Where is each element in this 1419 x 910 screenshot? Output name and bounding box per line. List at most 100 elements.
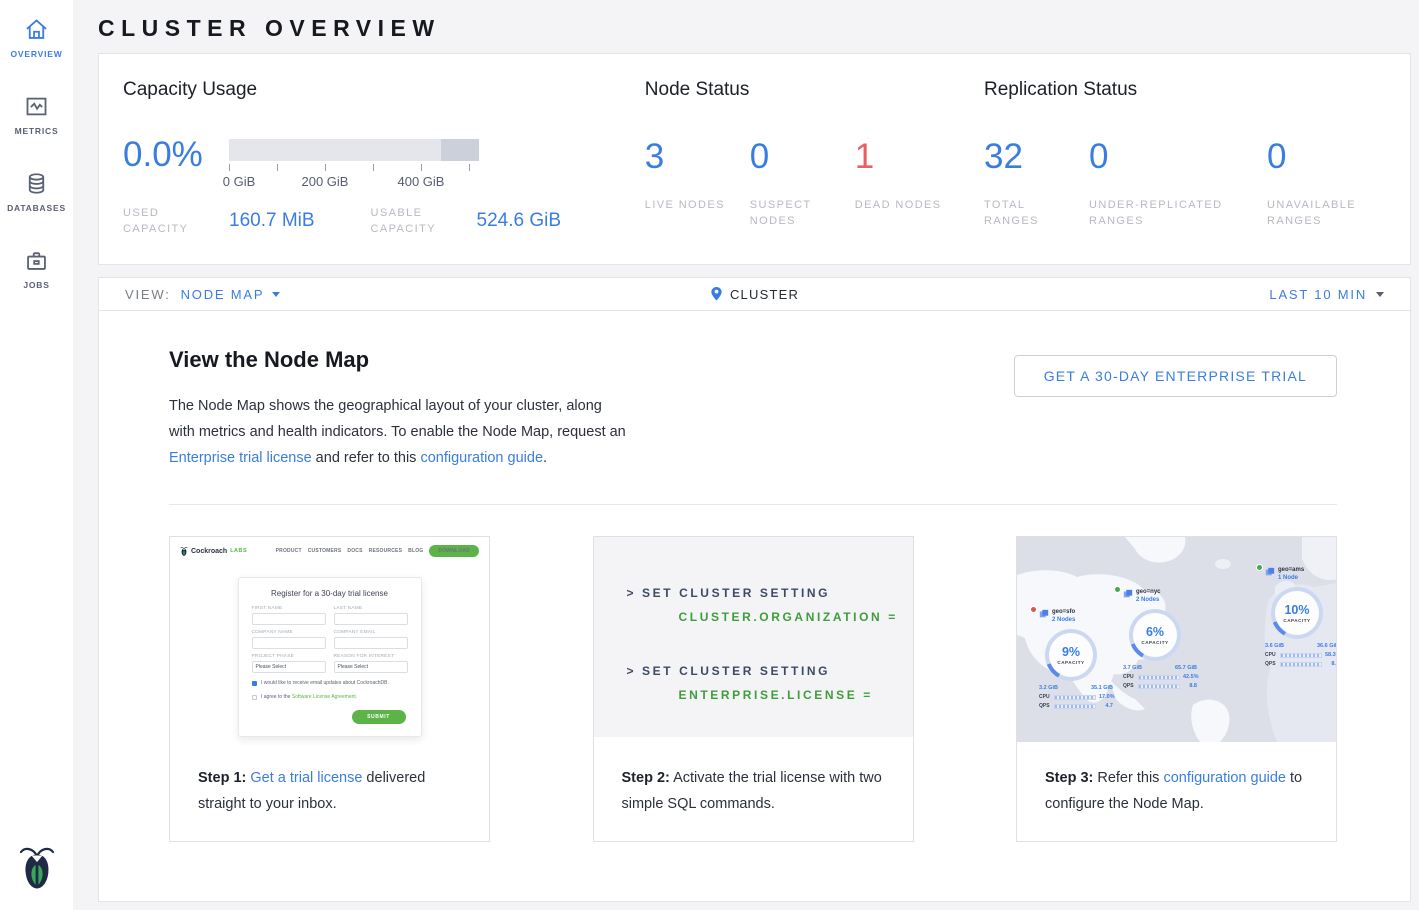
description-text: . — [543, 450, 547, 466]
node-map-preview: geo=sfo2 Nodes 9%CAPACITY 3.2 GiB35.1 Gi… — [1017, 537, 1336, 742]
cockroach-mini-beetle-icon — [180, 546, 188, 557]
axis-tick-label: 0 GiB — [223, 174, 256, 189]
node-total-capacity: 65.7 GiB — [1175, 665, 1197, 671]
sidebar-item-label: JOBS — [23, 280, 49, 290]
cpu-label: CPU — [1265, 652, 1277, 658]
view-label: VIEW: — [125, 287, 171, 302]
unavailable-ranges-stat: 0 UNAVAILABLE RANGES — [1267, 139, 1397, 229]
mini-nav-item: PRODUCT — [276, 548, 302, 554]
replication-status-section: Replication Status 32 TOTAL RANGES 0 UND… — [960, 54, 1410, 264]
map-node-sfo: geo=sfo2 Nodes 9%CAPACITY 3.2 GiB35.1 Gi… — [1039, 609, 1123, 709]
node-cube-icon — [1039, 609, 1049, 619]
enterprise-trial-license-link[interactable]: Enterprise trial license — [169, 450, 312, 466]
mini-nav-item: CUSTOMERS — [308, 548, 342, 554]
mini-field-label: FIRST NAME — [252, 606, 326, 611]
mini-checkbox-checked — [252, 681, 258, 687]
node-status-dot-green — [1256, 564, 1263, 571]
node-used-capacity: 3.7 GiB — [1123, 665, 1142, 671]
mini-checkbox-label: I would like to receive email updates ab… — [261, 680, 389, 687]
description-text: and refer to this — [312, 450, 421, 466]
live-nodes-label: LIVE NODES — [645, 197, 737, 213]
capacity-gauge: 10%CAPACITY — [1271, 587, 1323, 639]
step2-caption: Step 2: Activate the trial license with … — [594, 745, 913, 841]
capacity-usage-section: Capacity Usage 0.0% 0 GiB 200 GiB 400 Gi… — [99, 54, 621, 264]
step2-label: Step 2: — [622, 770, 670, 786]
node-locality: geo=nyc — [1136, 589, 1161, 596]
configuration-guide-link[interactable]: configuration guide — [420, 450, 543, 466]
cockroachdb-logo — [18, 845, 56, 896]
time-range-dropdown[interactable]: LAST 10 MIN — [799, 287, 1384, 302]
node-locality: geo=ams — [1278, 567, 1304, 574]
mini-nav-item: RESOURCES — [369, 548, 402, 554]
sql-setting-line: CLUSTER.ORGANIZATION = — [627, 605, 913, 629]
capacity-bar-segment — [441, 139, 479, 161]
sidebar-item-metrics[interactable]: METRICS — [0, 93, 73, 136]
view-bar: VIEW: NODE MAP CLUSTER LAST 10 MIN — [99, 278, 1410, 311]
mini-trial-form: Register for a 30-day trial license FIRS… — [238, 577, 422, 737]
cpu-sparkline — [1138, 675, 1180, 680]
cpu-label: CPU — [1123, 674, 1135, 680]
get-trial-license-link[interactable]: Get a trial license — [250, 770, 362, 786]
mini-license-link: Software License Agreement. — [292, 694, 357, 700]
mini-nav-item: DOCS — [347, 548, 362, 554]
node-map-placeholder: View the Node Map The Node Map shows the… — [99, 311, 1410, 842]
map-node-ams: geo=ams1 Node 10%CAPACITY 3.6 GiB36.6 Gi… — [1265, 567, 1336, 667]
total-ranges-stat: 32 TOTAL RANGES — [984, 139, 1076, 229]
step2-card: > SET CLUSTER SETTING CLUSTER.ORGANIZATI… — [593, 536, 914, 842]
capacity-usage-title: Capacity Usage — [123, 79, 621, 101]
node-locality: geo=sfo — [1052, 609, 1075, 616]
gauge-percent: 9% — [1062, 646, 1080, 659]
dead-nodes-value: 1 — [855, 139, 947, 175]
step3-card: geo=sfo2 Nodes 9%CAPACITY 3.2 GiB35.1 Gi… — [1016, 536, 1337, 842]
view-selector-value: NODE MAP — [181, 287, 265, 302]
breadcrumb-cluster[interactable]: CLUSTER — [710, 286, 799, 302]
step1-card: Cockroach LABS PRODUCT CUSTOMERS DOCS RE… — [169, 536, 490, 842]
mini-checkbox-unchecked — [252, 695, 258, 701]
step1-label: Step 1: — [198, 770, 246, 786]
capacity-percent: 0.0% — [123, 137, 229, 190]
mini-submit-button: SUBMIT — [352, 710, 406, 724]
sidebar-item-jobs[interactable]: JOBS — [0, 247, 73, 290]
qps-sparkline — [1280, 662, 1322, 667]
under-replicated-stat: 0 UNDER-REPLICATED RANGES — [1089, 139, 1254, 229]
used-capacity-label: USED CAPACITY — [123, 205, 203, 237]
node-map-heading: View the Node Map — [169, 347, 631, 373]
trial-registration-screenshot: Cockroach LABS PRODUCT CUSTOMERS DOCS RE… — [170, 537, 489, 747]
mini-field-label: PROJECT PHASE — [252, 654, 326, 659]
sidebar-item-overview[interactable]: OVERVIEW — [0, 16, 73, 59]
enterprise-trial-button[interactable]: GET A 30-DAY ENTERPRISE TRIAL — [1014, 355, 1337, 397]
node-status-dot-red — [1030, 606, 1037, 613]
usable-capacity-value: 524.6 GiB — [477, 210, 562, 232]
sidebar: OVERVIEW METRICS DATABASES JOBS — [0, 0, 73, 910]
node-status-title: Node Status — [645, 79, 960, 101]
section-divider — [169, 504, 1337, 505]
databases-icon — [23, 170, 50, 197]
live-nodes-stat: 3 LIVE NODES — [645, 139, 737, 229]
mini-nav-item: BLOG — [408, 548, 423, 554]
under-replicated-label: UNDER-REPLICATED RANGES — [1089, 197, 1254, 229]
step1-caption: Step 1: Get a trial license delivered st… — [170, 745, 489, 841]
node-count: 2 Nodes — [1052, 616, 1075, 624]
suspect-nodes-value: 0 — [750, 139, 842, 175]
page-title: CLUSTER OVERVIEW — [98, 14, 1411, 42]
mini-download-button: DOWNLOAD — [429, 545, 479, 557]
unavailable-ranges-label: UNAVAILABLE RANGES — [1267, 197, 1397, 229]
step3-text: Refer this — [1093, 770, 1163, 786]
gauge-label: CAPACITY — [1141, 640, 1168, 645]
total-ranges-value: 32 — [984, 139, 1076, 175]
node-total-capacity: 35.1 GiB — [1091, 685, 1113, 691]
mini-field-select: Please Select — [252, 661, 326, 673]
sql-setting-line: ENTERPRISE.LICENSE = — [627, 683, 913, 707]
configuration-guide-link[interactable]: configuration guide — [1163, 770, 1286, 786]
cpu-value: 17.0% — [1099, 694, 1113, 700]
description-text: The Node Map shows the geographical layo… — [169, 398, 626, 440]
qps-label: QPS — [1123, 683, 1135, 689]
map-pin-icon — [710, 286, 723, 302]
view-selector-dropdown[interactable]: NODE MAP — [181, 287, 281, 302]
dead-nodes-label: DEAD NODES — [855, 197, 947, 213]
sidebar-item-databases[interactable]: DATABASES — [0, 170, 73, 213]
qps-value: 8.8 — [1183, 683, 1197, 689]
node-count: 2 Nodes — [1136, 596, 1161, 604]
mini-field-input — [252, 613, 326, 625]
cockroach-labs-mini-logo: Cockroach LABS — [180, 546, 247, 557]
